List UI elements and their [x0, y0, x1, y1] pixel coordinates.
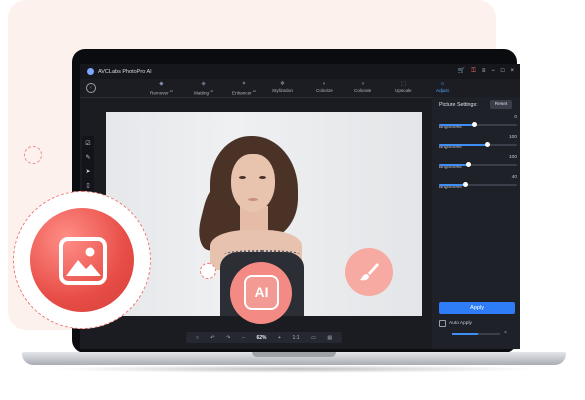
close-icon[interactable]: ×: [510, 68, 514, 75]
remover-icon: ◆: [159, 81, 164, 87]
apply-button[interactable]: Apply: [439, 302, 515, 314]
setting-slider[interactable]: [439, 162, 517, 167]
close-icon[interactable]: ×: [504, 330, 507, 336]
decorative-dashed-circle: [24, 146, 42, 164]
tab-label: Enhancer AI: [232, 89, 256, 96]
photo-eye: [259, 176, 266, 179]
auto-apply-checkbox[interactable]: Auto Apply: [439, 320, 472, 327]
checkbox-icon[interactable]: [439, 320, 446, 327]
tab-stylization[interactable]: ❖ Stylization: [272, 81, 293, 94]
setting-value: 40: [511, 175, 517, 180]
laptop-shadow: [50, 365, 538, 373]
title-bar: AVCLabs PhotoPro AI 🛒 ⚿ ≡ − □ ×: [80, 64, 520, 79]
select-tool-icon[interactable]: ☑: [84, 140, 92, 148]
tab-label: Adjust: [436, 88, 449, 93]
hand-icon[interactable]: ○: [196, 335, 199, 341]
zoom-value: 62%: [256, 334, 267, 341]
zoom-bar: ○ ↶ ↷ − 62% + 1:1 ▭ ▤: [186, 332, 342, 343]
minimize-icon[interactable]: −: [491, 68, 495, 75]
pointer-tool-icon[interactable]: ➤: [84, 168, 92, 176]
brush-icon: [360, 263, 379, 281]
tab-matting[interactable]: ◈ Matting AI: [194, 81, 213, 97]
tab-label: Matting AI: [194, 89, 214, 96]
tab-remover[interactable]: ◆ Remover AI: [150, 81, 173, 97]
colorate-icon: ◑: [361, 81, 365, 87]
slider-knob[interactable]: [466, 162, 472, 167]
setting-slider[interactable]: [439, 142, 517, 147]
tab-label: Remover AI: [150, 89, 173, 96]
setting-value: 100: [508, 135, 517, 140]
app-window: AVCLabs PhotoPro AI 🛒 ⚿ ≡ − □ × ‹ ◆ Remo…: [80, 64, 520, 349]
setting-row: Brightness 100: [439, 155, 517, 173]
stylization-icon: ❖: [280, 81, 285, 87]
tab-label: Colorize: [316, 88, 333, 93]
zoom-in-icon[interactable]: +: [278, 335, 281, 341]
slider-knob[interactable]: [463, 182, 469, 187]
redo-icon[interactable]: ↷: [226, 335, 230, 341]
zoom-out-icon[interactable]: −: [242, 335, 245, 341]
menu-icon[interactable]: ≡: [482, 68, 486, 75]
setting-slider[interactable]: [439, 182, 517, 187]
photo-lace: [224, 250, 300, 258]
ai-chip-icon: AI: [244, 275, 279, 310]
matting-icon: ◈: [201, 81, 206, 87]
upscale-icon: ⬚: [400, 81, 406, 87]
tab-label: Stylization: [272, 88, 293, 93]
slider-knob[interactable]: [471, 122, 477, 127]
tool-tabs: ‹ ◆ Remover AI ◈ Matting AI ✦ Enhancer A…: [80, 79, 520, 98]
tab-label: Colorate: [354, 88, 372, 93]
cart-icon[interactable]: 🛒: [458, 68, 465, 75]
maximize-icon[interactable]: □: [501, 68, 505, 75]
tab-label: Upscale: [395, 88, 412, 93]
setting-slider[interactable]: [439, 122, 517, 127]
tab-adjust[interactable]: ☼ Adjust: [436, 81, 449, 98]
compare-icon[interactable]: ▭: [311, 335, 316, 341]
slider-knob[interactable]: [484, 142, 490, 147]
setting-row: Brightness 0: [439, 115, 517, 133]
tab-colorate[interactable]: ◑ Colorate: [354, 81, 371, 94]
key-icon[interactable]: ⚿: [471, 68, 476, 75]
photo-face: [231, 154, 275, 212]
photo-lips: [248, 198, 258, 201]
eraser-tool-icon[interactable]: ▯: [84, 182, 92, 190]
back-icon[interactable]: ‹: [86, 83, 96, 93]
tab-upscale[interactable]: ⬚ Upscale: [395, 81, 412, 94]
progress-bar: [452, 333, 500, 335]
undo-icon[interactable]: ↶: [210, 335, 214, 341]
app-title: AVCLabs PhotoPro AI: [98, 68, 152, 75]
tab-colorize[interactable]: ◐ Colorize: [316, 81, 333, 94]
image-icon: [59, 237, 107, 285]
app-logo-icon: [87, 68, 94, 75]
setting-value: 100: [508, 155, 517, 160]
setting-row: Brightness 100: [439, 135, 517, 153]
adjust-icon: ☼: [439, 81, 445, 87]
tab-enhancer[interactable]: ✦ Enhancer AI: [232, 81, 256, 97]
settings-panel: Picture Settings: Reset Brightness 0 Bri…: [432, 97, 520, 349]
auto-apply-label: Auto Apply: [449, 321, 472, 326]
save-icon[interactable]: ▤: [327, 335, 332, 341]
setting-row: Brightness 40: [439, 175, 517, 193]
actual-size-button[interactable]: 1:1: [293, 335, 300, 341]
reset-button[interactable]: Reset: [490, 100, 512, 109]
decorative-dashed-dot: [200, 263, 216, 279]
photo-eye: [239, 176, 246, 179]
panel-title: Picture Settings:: [439, 102, 478, 108]
colorize-icon: ◐: [322, 81, 327, 87]
setting-value: 0: [514, 115, 517, 120]
pen-tool-icon[interactable]: ✎: [84, 154, 92, 162]
laptop-notch: [252, 352, 336, 357]
enhancer-icon: ✦: [241, 81, 247, 87]
